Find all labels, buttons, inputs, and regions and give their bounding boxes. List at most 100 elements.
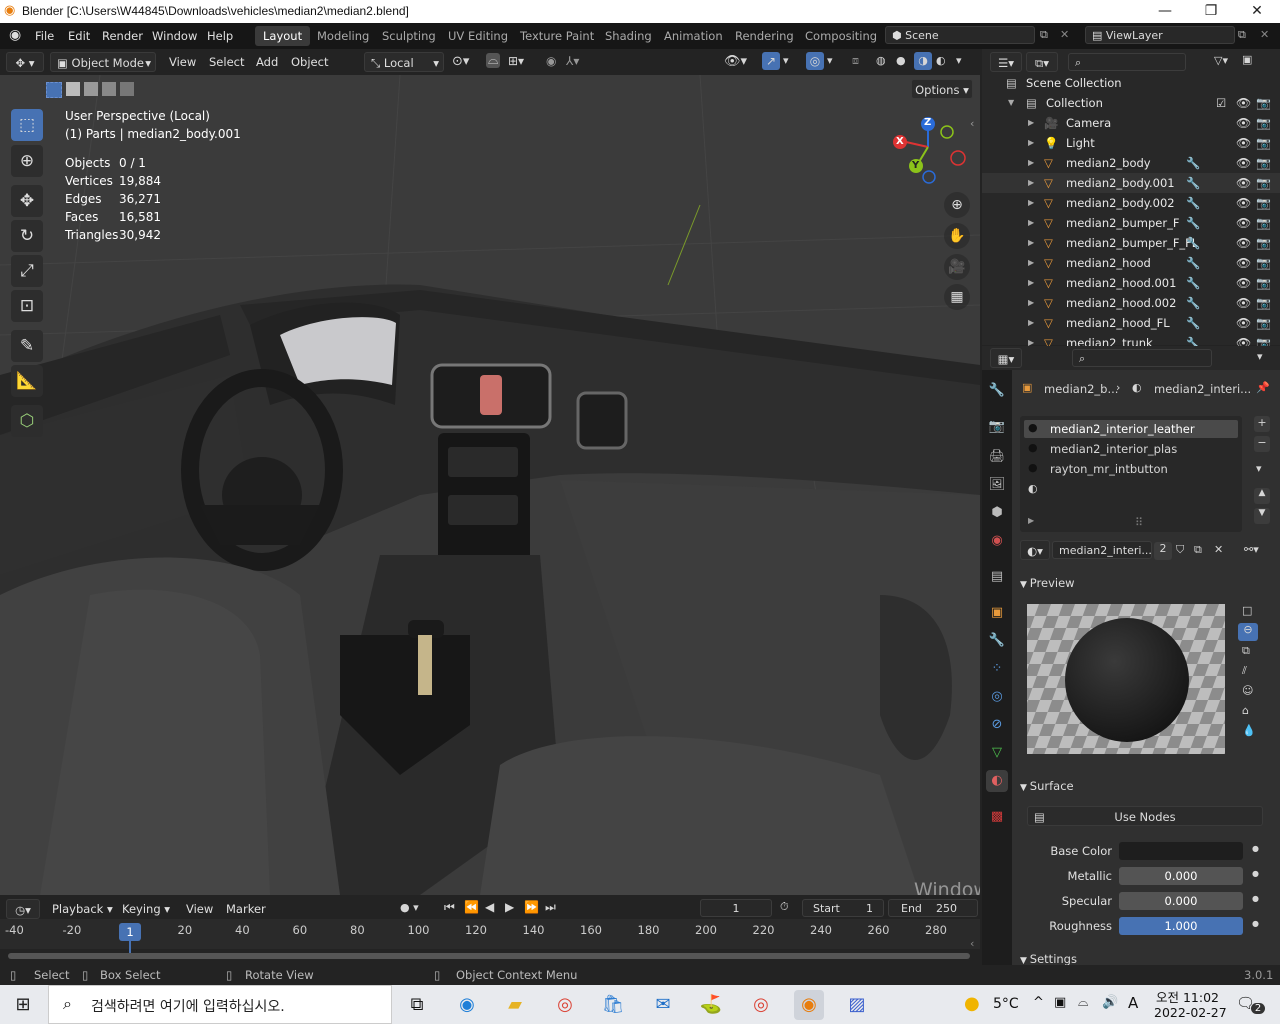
- properties-editor-type[interactable]: ▦▾: [990, 348, 1022, 368]
- pan-hand-icon[interactable]: ✋: [944, 223, 970, 249]
- expand-arrow-icon[interactable]: ▶: [1028, 213, 1034, 233]
- tab-layout[interactable]: Layout: [255, 26, 311, 46]
- scene-selector[interactable]: ⬢ Scene: [885, 26, 1035, 44]
- orientation-dropdown[interactable]: ⤡ Local ▾: [364, 52, 444, 72]
- camera-render-icon[interactable]: 📷: [1256, 273, 1271, 293]
- measure-tool-icon[interactable]: 📐: [11, 365, 43, 397]
- world-tab-icon[interactable]: ◉: [986, 530, 1008, 552]
- solid-shading-icon[interactable]: ●: [896, 54, 906, 67]
- chevron-down-icon[interactable]: ▾: [783, 54, 789, 67]
- expand-arrow-icon[interactable]: ▶: [1028, 293, 1034, 313]
- fake-user-shield-icon[interactable]: ⛉: [1176, 543, 1184, 557]
- eye-icon[interactable]: 👁: [1236, 93, 1251, 113]
- remove-scene-icon[interactable]: ✕: [1060, 28, 1069, 41]
- cursor-tool-icon[interactable]: ⊕: [11, 145, 43, 177]
- gizmo-toggle-icon[interactable]: ↗: [762, 52, 780, 70]
- particles-tab-icon[interactable]: ⁘: [986, 658, 1008, 680]
- outliner-row[interactable]: ▶ ▽ median2_hood.002 🔧 👁 📷: [982, 293, 1280, 313]
- prev-keyframe-icon[interactable]: ⏪: [464, 900, 479, 914]
- eye-icon[interactable]: 👁: [1236, 153, 1251, 173]
- tab-rendering[interactable]: Rendering: [727, 26, 802, 46]
- taskbar-search-box[interactable]: ⌕ 검색하려면 여기에 입력하십시오.: [48, 985, 392, 1024]
- checkbox-icon[interactable]: ☑: [1216, 93, 1226, 113]
- physics-tab-icon[interactable]: ◎: [986, 686, 1008, 708]
- menu-add[interactable]: Add: [256, 55, 278, 69]
- tab-animation[interactable]: Animation: [656, 26, 731, 46]
- new-scene-icon[interactable]: ⧉: [1040, 28, 1048, 42]
- camera-render-icon[interactable]: 📷: [1256, 233, 1271, 253]
- preview-flat-icon[interactable]: □: [1242, 604, 1252, 617]
- property-slider[interactable]: 1.000: [1119, 917, 1243, 935]
- mail-icon[interactable]: ✉: [648, 990, 678, 1020]
- preview-cloth-icon[interactable]: ⌂: [1242, 704, 1249, 717]
- timeline-scrollbar[interactable]: [8, 953, 970, 959]
- menu-help[interactable]: Help: [207, 29, 233, 43]
- rendered-shading-icon[interactable]: ◐: [936, 54, 946, 67]
- link-type-icon[interactable]: ⚯▾: [1244, 543, 1259, 556]
- eye-icon[interactable]: 👁: [1236, 273, 1251, 293]
- overlays-icon[interactable]: ◎: [806, 52, 824, 70]
- duplicate-material-icon[interactable]: ⧉: [1194, 543, 1202, 557]
- add-cube-tool-icon[interactable]: ⬡: [11, 405, 43, 437]
- select-invert-icon[interactable]: [102, 82, 116, 96]
- base-color-swatch[interactable]: [1119, 842, 1243, 860]
- constraints-tab-icon[interactable]: ⊘: [986, 714, 1008, 736]
- camera-view-icon[interactable]: 🎥: [944, 254, 970, 280]
- camera-render-icon[interactable]: 📷: [1256, 173, 1271, 193]
- preview-monkey-icon[interactable]: ☺: [1242, 684, 1253, 697]
- start-frame-field[interactable]: Start 1: [802, 899, 884, 917]
- property-slider[interactable]: 0.000: [1119, 867, 1243, 885]
- menu-file[interactable]: File: [35, 29, 54, 43]
- menu-select[interactable]: Select: [209, 55, 244, 69]
- collection-tab-icon[interactable]: ▤: [986, 566, 1008, 588]
- move-down-icon[interactable]: ▼: [1254, 508, 1270, 524]
- input-language[interactable]: A: [1128, 994, 1138, 1012]
- unlink-material-icon[interactable]: ✕: [1214, 543, 1223, 556]
- eye-icon[interactable]: 👁: [1236, 113, 1251, 133]
- output-tab-icon[interactable]: 🖨: [986, 446, 1008, 468]
- outliner-row[interactable]: ▶ 🎥 Camera 👁 📷: [982, 113, 1280, 133]
- filter-icon[interactable]: ▽▾: [1214, 54, 1228, 67]
- eye-icon[interactable]: 👁: [1236, 133, 1251, 153]
- perspective-toggle-icon[interactable]: ▦: [944, 284, 970, 310]
- menu-keying[interactable]: Keying ▾: [122, 902, 170, 916]
- current-frame-field[interactable]: 1: [700, 899, 772, 917]
- list-item[interactable]: ● rayton_mr_intbutton: [1024, 460, 1238, 478]
- modifier-wrench-icon[interactable]: 🔧: [1186, 233, 1200, 253]
- outliner-row[interactable]: ▶ ▽ median2_bumper_F_FL 🔧 👁 📷: [982, 233, 1280, 253]
- outliner-row[interactable]: ▶ ▽ median2_body.001 🔧 👁 📷: [982, 173, 1280, 193]
- menu-view[interactable]: View: [169, 55, 196, 69]
- new-collection-icon[interactable]: ▣: [1242, 53, 1252, 66]
- 3d-viewport[interactable]: User Perspective (Local) (1) Parts | med…: [0, 75, 980, 895]
- blender-menu-icon[interactable]: ◉: [9, 27, 21, 43]
- tab-shading[interactable]: Shading: [597, 26, 660, 46]
- menu-object[interactable]: Object: [291, 55, 328, 69]
- material-tab-icon[interactable]: ◐: [986, 770, 1008, 792]
- outliner-editor-type[interactable]: ☰▾: [990, 52, 1022, 72]
- tab-modeling[interactable]: Modeling: [309, 26, 377, 46]
- eye-icon[interactable]: 👁: [1236, 293, 1251, 313]
- outliner-row[interactable]: ▶ ▽ median2_hood.001 🔧 👁 📷: [982, 273, 1280, 293]
- weather-icon[interactable]: ●: [964, 993, 980, 1014]
- eye-icon[interactable]: 👁: [1236, 253, 1251, 273]
- camera-render-icon[interactable]: 📷: [1256, 313, 1271, 333]
- select-box-tool-icon[interactable]: ⬚: [11, 109, 43, 141]
- camera-render-icon[interactable]: 📷: [1256, 153, 1271, 173]
- camera-render-icon[interactable]: 📷: [1256, 93, 1271, 113]
- expand-arrow-icon[interactable]: ▼: [1008, 93, 1014, 113]
- frame-ruler[interactable]: [0, 919, 980, 949]
- select-extend-icon[interactable]: [66, 82, 80, 96]
- clock-date[interactable]: 2022-02-27: [1154, 1005, 1227, 1020]
- file-explorer-icon[interactable]: ▰: [500, 990, 530, 1020]
- collection-row[interactable]: ▼ ▤ Collection ☑ 👁 📷: [982, 93, 1280, 113]
- resize-handle-icon[interactable]: ⠿: [1135, 516, 1143, 529]
- clock-time[interactable]: 오전 11:02: [1156, 987, 1219, 1006]
- surface-panel-header[interactable]: ▼ Surface: [1020, 775, 1074, 797]
- tab-texture-paint[interactable]: Texture Paint: [512, 26, 602, 46]
- windows-start-icon[interactable]: ⊞: [8, 990, 38, 1020]
- expand-arrow-icon[interactable]: ▶: [1028, 313, 1034, 333]
- minimize-button[interactable]: —: [1142, 0, 1188, 23]
- users-count[interactable]: 2: [1154, 542, 1172, 560]
- chevron-down-icon[interactable]: ▾: [827, 54, 833, 67]
- keyframe-dot-icon[interactable]: ●: [1252, 869, 1259, 878]
